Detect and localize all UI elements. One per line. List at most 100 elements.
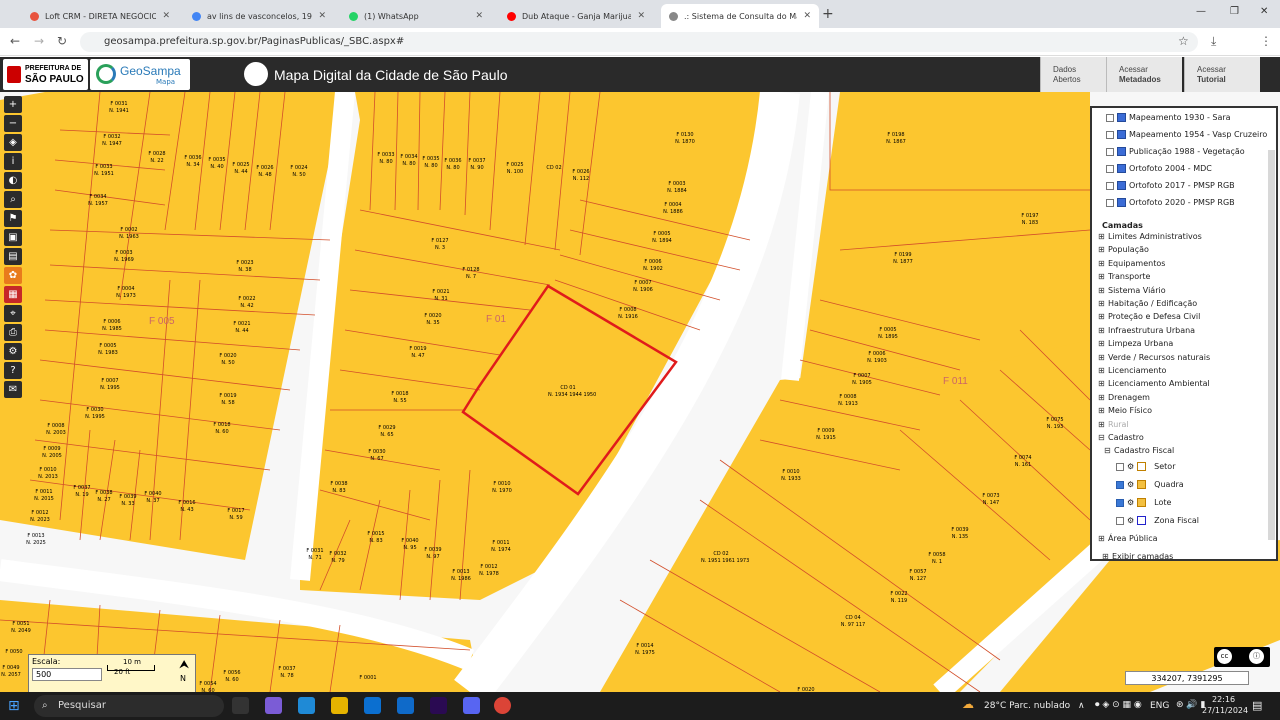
flower-icon[interactable]: ✿	[4, 267, 22, 284]
table-icon[interactable]: ▤	[4, 248, 22, 265]
close-tab-icon[interactable]: ✕	[162, 11, 170, 21]
dados-abertos-button[interactable]: Dados Abertos	[1040, 57, 1116, 92]
edge-icon[interactable]	[298, 697, 315, 714]
close-tab-icon[interactable]: ✕	[803, 11, 811, 21]
layer-item[interactable]: Ortofoto 2004 - MDC	[1106, 164, 1212, 173]
layer-group[interactable]: ⊞ Proteção e Defesa Civil	[1098, 312, 1200, 321]
expand-icon[interactable]: ⊞	[1098, 406, 1108, 415]
expand-icon[interactable]: ⊞	[1098, 393, 1108, 402]
layer-item[interactable]: Publicação 1988 - Vegetação	[1106, 147, 1245, 156]
layer-group[interactable]: ⊞ Licenciamento	[1098, 366, 1166, 375]
layer-checkbox[interactable]	[1106, 198, 1114, 207]
layer-group-cadastro[interactable]: ⊟ Cadastro	[1098, 433, 1144, 442]
premiere-icon[interactable]	[430, 697, 447, 714]
layer-item[interactable]: ⚙ Quadra	[1116, 480, 1184, 489]
layer-item[interactable]: ⚙ Lote	[1116, 498, 1171, 507]
layer-item[interactable]: ⚙ Setor	[1116, 462, 1176, 471]
menu-icon[interactable]: ⋮	[1260, 34, 1272, 48]
expand-icon[interactable]: ⊞	[1102, 552, 1112, 561]
expand-icon[interactable]: ⊞	[1098, 326, 1108, 335]
exibir-camadas-button[interactable]: ⊞ Exibir camadas	[1102, 552, 1173, 561]
layer-group[interactable]: ⊞ Drenagem	[1098, 393, 1150, 402]
layer-checkbox[interactable]	[1116, 480, 1124, 489]
layer-group[interactable]: ⊞ Infraestrutura Urbana	[1098, 326, 1195, 335]
close-tab-icon[interactable]: ✕	[318, 11, 326, 21]
expand-icon[interactable]: ⊞	[1098, 286, 1108, 295]
expand-icon[interactable]: ⊞	[1098, 232, 1108, 241]
collapse-icon[interactable]: ⊟	[1098, 433, 1108, 442]
layer-checkbox[interactable]	[1106, 130, 1114, 139]
layer-item[interactable]: Ortofoto 2020 - PMSP RGB	[1106, 198, 1235, 207]
expand-icon[interactable]: ⊞	[1098, 339, 1108, 348]
copilot-icon[interactable]	[265, 697, 282, 714]
expand-icon[interactable]: ⊞	[1098, 353, 1108, 362]
layer-checkbox[interactable]	[1116, 498, 1124, 507]
layer-item[interactable]: Mapeamento 1930 - Sara	[1106, 113, 1231, 122]
layer-group-area-publica[interactable]: ⊞ Área Pública	[1098, 534, 1158, 543]
minimize-icon[interactable]: —	[1196, 6, 1206, 17]
layer-group[interactable]: ⊞ Limpeza Urbana	[1098, 339, 1173, 348]
layer-group[interactable]: ⊞ Meio Físico	[1098, 406, 1152, 415]
layer-group[interactable]: ⊞ Sistema Viário	[1098, 286, 1166, 295]
layer-checkbox[interactable]	[1116, 462, 1124, 471]
print-icon[interactable]: ⎙	[4, 324, 22, 341]
chrome-icon[interactable]	[494, 697, 511, 714]
browser-tab[interactable]: av lins de vasconcelos, 1940 - P ✕	[184, 4, 334, 28]
close-tab-icon[interactable]: ✕	[475, 11, 483, 21]
browser-tab[interactable]: Dub Ataque - Ganja Marijuana ✕	[499, 4, 653, 28]
save-icon[interactable]: ▣	[4, 229, 22, 246]
reload-icon[interactable]: ↻	[57, 34, 67, 48]
mail-icon[interactable]	[397, 697, 414, 714]
expand-icon[interactable]: ⊞	[1098, 420, 1108, 429]
layer-group[interactable]: ⊞ Verde / Recursos naturais	[1098, 353, 1210, 362]
clock-time[interactable]: 22:16	[1212, 695, 1235, 704]
new-tab-button[interactable]: +	[822, 6, 834, 22]
layer-item[interactable]: Ortofoto 2017 - PMSP RGB	[1106, 181, 1235, 190]
layer-checkbox[interactable]	[1116, 516, 1124, 525]
close-window-icon[interactable]: ✕	[1260, 6, 1268, 17]
layer-group[interactable]: ⊞ Equipamentos	[1098, 259, 1165, 268]
layer-checkbox[interactable]	[1106, 113, 1114, 122]
expand-icon[interactable]: ⊞	[1098, 312, 1108, 321]
language-indicator[interactable]: ENG	[1150, 701, 1169, 711]
mail-icon[interactable]: ✉	[4, 381, 22, 398]
globe-icon[interactable]: ◐	[4, 172, 22, 189]
store-icon[interactable]	[364, 697, 381, 714]
expand-icon[interactable]: ⊞	[1098, 366, 1108, 375]
weather-text[interactable]: 28°C Parc. nublado	[984, 701, 1070, 711]
layer-checkbox[interactable]	[1106, 164, 1114, 173]
notification-icon[interactable]: ▤	[1252, 699, 1262, 712]
taskbar-search[interactable]: ⌕ Pesquisar	[34, 695, 224, 717]
geosampa-logo[interactable]: GeoSampa Mapa	[90, 59, 190, 90]
windows-start-icon[interactable]: ⊞	[8, 698, 24, 714]
layer-group[interactable]: ⊞ Licenciamento Ambiental	[1098, 379, 1210, 388]
layer-group-cadastro-fiscal[interactable]: ⊟ Cadastro Fiscal	[1104, 446, 1174, 455]
layer-checkbox[interactable]	[1106, 181, 1114, 190]
tools-icon[interactable]: ⚑	[4, 210, 22, 227]
clock-date[interactable]: 27/11/2024	[1202, 706, 1248, 715]
zoom-out-icon[interactable]: −	[4, 115, 22, 132]
gear-icon[interactable]: ⚙	[1127, 480, 1134, 489]
map-canvas[interactable]: F 0031 N. 1941 F 0032 N. 1947 F 0033 N. 19…	[0, 92, 1280, 692]
expand-icon[interactable]: ⊞	[1098, 272, 1108, 281]
tutorial-button[interactable]: Acessar Tutorial	[1184, 57, 1260, 92]
layer-checkbox[interactable]	[1106, 147, 1114, 156]
browser-tab[interactable]: (1) WhatsApp ✕	[341, 4, 491, 28]
url-input[interactable]: geosampa.prefeitura.sp.gov.br/PaginasPub…	[80, 32, 1198, 52]
help-icon[interactable]: ?	[4, 362, 22, 379]
gear-icon[interactable]: ⚙	[1127, 462, 1134, 471]
tray-chevron-icon[interactable]: ∧	[1078, 701, 1085, 711]
task-view-icon[interactable]	[232, 697, 249, 714]
expand-icon[interactable]: ⊞	[1098, 379, 1108, 388]
gear-icon[interactable]: ⚙	[1127, 516, 1134, 525]
layer-group[interactable]: ⊞ Limites Administrativos	[1098, 232, 1202, 241]
bookmark-star-icon[interactable]: ☆	[1178, 34, 1189, 48]
download-icon[interactable]: ⤓	[1211, 34, 1216, 49]
layer-group[interactable]: ⊞ Transporte	[1098, 272, 1150, 281]
forward-icon[interactable]: →	[34, 34, 44, 48]
locate-icon[interactable]: ⌖	[4, 305, 22, 322]
zoom-in-icon[interactable]: +	[4, 96, 22, 113]
layer-group[interactable]: ⊞ População	[1098, 245, 1149, 254]
expand-icon[interactable]: ⊞	[1098, 259, 1108, 268]
search-icon[interactable]: ⌕	[4, 191, 22, 208]
